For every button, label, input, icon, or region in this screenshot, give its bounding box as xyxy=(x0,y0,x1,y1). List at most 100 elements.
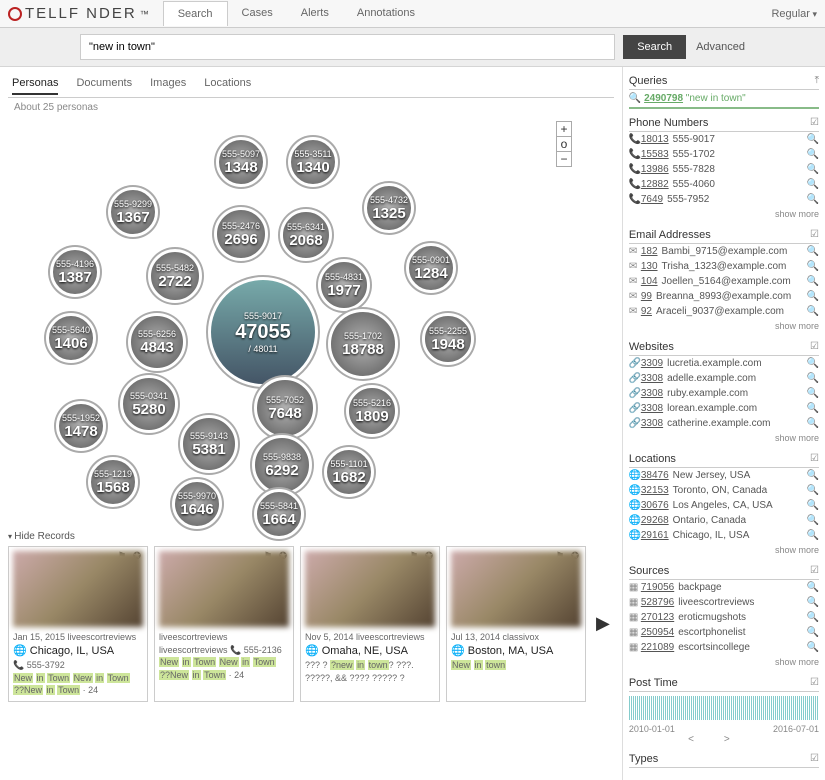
facet-row[interactable]: 📞15583 555-1702🔍 xyxy=(629,147,819,162)
nav-tab-cases[interactable]: Cases xyxy=(228,1,287,26)
posttime-nav[interactable]: <> xyxy=(629,734,819,745)
facet-row[interactable]: 🌐38476 New Jersey, USA🔍 xyxy=(629,468,819,483)
facet-row[interactable]: ✉130 Trisha_1323@example.com🔍 xyxy=(629,259,819,274)
cluster-node[interactable]: 555-63412068 xyxy=(280,209,332,261)
search-icon[interactable]: 🔍 xyxy=(807,306,819,317)
cards-next-button[interactable]: ▶ xyxy=(592,546,614,702)
search-icon[interactable]: 🔍 xyxy=(807,515,819,526)
facet-row[interactable]: 🔗3309 lucretia.example.com🔍 xyxy=(629,356,819,371)
cluster-node[interactable]: 555-24762696 xyxy=(214,207,268,261)
search-icon[interactable]: 🔍 xyxy=(807,261,819,272)
search-icon[interactable]: 🔍 xyxy=(807,246,819,257)
nav-tab-annotations[interactable]: Annotations xyxy=(343,1,429,26)
search-icon[interactable]: 🔍 xyxy=(807,597,819,608)
search-icon[interactable]: 🔍 xyxy=(807,291,819,302)
facet-row[interactable]: 🌐29268 Ontario, Canada🔍 xyxy=(629,513,819,528)
cluster-node[interactable]: 555-03415280 xyxy=(120,375,178,433)
facet-row[interactable]: 📞12882 555-4060🔍 xyxy=(629,177,819,192)
search-button[interactable]: Search xyxy=(623,35,686,59)
zoom-reset-button[interactable]: o xyxy=(556,136,572,152)
facet-row[interactable]: ▦719056 backpage🔍 xyxy=(629,580,819,595)
facet-row[interactable]: 🔗3308 lorean.example.com🔍 xyxy=(629,401,819,416)
show-more-link[interactable]: show more xyxy=(629,655,819,669)
facet-row[interactable]: 🌐29161 Chicago, IL, USA🔍 xyxy=(629,528,819,543)
facet-row[interactable]: ▦250954 escortphonelist🔍 xyxy=(629,625,819,640)
facet-row[interactable]: ▦270123 eroticmugshots🔍 xyxy=(629,610,819,625)
show-more-link[interactable]: show more xyxy=(629,543,819,557)
search-icon[interactable]: 🔍 xyxy=(807,403,819,414)
facet-row[interactable]: 🌐30676 Los Angeles, CA, USA🔍 xyxy=(629,498,819,513)
facet-row[interactable]: 📞7649 555-7952🔍 xyxy=(629,192,819,207)
advanced-link[interactable]: Advanced xyxy=(696,41,745,53)
cluster-node[interactable]: 555-56401406 xyxy=(46,313,96,363)
search-icon[interactable]: 🔍 xyxy=(807,134,819,145)
nav-tab-alerts[interactable]: Alerts xyxy=(287,1,343,26)
show-more-link[interactable]: show more xyxy=(629,431,819,445)
facet-row[interactable]: ✉104 Joellen_5164@example.com🔍 xyxy=(629,274,819,289)
record-card[interactable]: ⚑✪Jan 15, 2015 liveescortreviews🌐 Chicag… xyxy=(8,546,148,702)
record-card[interactable]: ⚑✪ liveescortreviewsliveescortreviews 📞 … xyxy=(154,546,294,702)
search-icon[interactable]: 🔍 xyxy=(807,582,819,593)
active-query[interactable]: 🔍 2490798 "new in town" xyxy=(629,90,819,109)
cluster-node[interactable]: 555-98386292 xyxy=(252,435,312,495)
cluster-node[interactable]: 555-70527648 xyxy=(254,377,316,439)
cluster-node[interactable]: 555-52161809 xyxy=(346,385,398,437)
facet-row[interactable]: 🔗3308 ruby.example.com🔍 xyxy=(629,386,819,401)
facet-row[interactable]: ✉182 Bambi_9715@example.com🔍 xyxy=(629,244,819,259)
record-card[interactable]: ⚑✪Nov 5, 2014 liveescortreviews🌐 Omaha, … xyxy=(300,546,440,702)
facet-row[interactable]: ✉92 Araceli_9037@example.com🔍 xyxy=(629,304,819,319)
cluster-node[interactable]: 555-92991367 xyxy=(108,187,158,237)
facet-row[interactable]: 🔗3308 catherine.example.com🔍 xyxy=(629,416,819,431)
cluster-node[interactable]: 555-09011284 xyxy=(406,243,456,293)
search-icon[interactable]: 🔍 xyxy=(807,612,819,623)
cluster-node[interactable]: 555-22551948 xyxy=(422,313,474,365)
facet-row[interactable]: ✉99 Breanna_8993@example.com🔍 xyxy=(629,289,819,304)
cluster-node[interactable]: 555-11011682 xyxy=(324,447,374,497)
search-icon[interactable]: 🔍 xyxy=(807,500,819,511)
hide-records-toggle[interactable]: Hide Records xyxy=(8,527,614,546)
nav-tab-search[interactable]: Search xyxy=(163,1,228,26)
facet-row[interactable]: 🌐32153 Toronto, ON, Canada🔍 xyxy=(629,483,819,498)
cluster-node[interactable]: 555-58411664 xyxy=(254,489,304,539)
cluster-center-node[interactable]: 555-901747055/ 48011 xyxy=(208,277,318,387)
cluster-node[interactable]: 555-99701646 xyxy=(172,479,222,529)
search-icon[interactable]: 🔍 xyxy=(807,627,819,638)
search-icon[interactable]: 🔍 xyxy=(807,470,819,481)
cluster-node[interactable]: 555-50971348 xyxy=(216,137,266,187)
record-card[interactable]: ⚑✪Jul 13, 2014 classivox🌐 Boston, MA, US… xyxy=(446,546,586,702)
search-icon[interactable]: 🔍 xyxy=(807,418,819,429)
search-icon[interactable]: 🔍 xyxy=(807,179,819,190)
show-more-link[interactable]: show more xyxy=(629,207,819,221)
subtab-locations[interactable]: Locations xyxy=(204,77,251,95)
user-menu[interactable]: Regular xyxy=(771,8,817,20)
search-icon[interactable]: 🔍 xyxy=(807,373,819,384)
search-input[interactable] xyxy=(80,34,615,60)
search-icon[interactable]: 🔍 xyxy=(807,388,819,399)
search-icon[interactable]: 🔍 xyxy=(807,276,819,287)
cluster-node[interactable]: 555-91435381 xyxy=(180,415,238,473)
posttime-sparkline[interactable] xyxy=(629,696,819,720)
search-icon[interactable]: 🔍 xyxy=(807,642,819,653)
cluster-node[interactable]: 555-19521478 xyxy=(56,401,106,451)
cluster-node[interactable]: 555-54822722 xyxy=(148,249,202,303)
facet-row[interactable]: 📞13986 555-7828🔍 xyxy=(629,162,819,177)
subtab-images[interactable]: Images xyxy=(150,77,186,95)
search-icon[interactable]: 🔍 xyxy=(807,194,819,205)
cluster-node[interactable]: 555-170218788 xyxy=(328,309,398,379)
cluster-node[interactable]: 555-12191568 xyxy=(88,457,138,507)
search-icon[interactable]: 🔍 xyxy=(807,530,819,541)
persona-cluster[interactable]: + o − 555-901747055/ 48011 555-50971348 55… xyxy=(8,117,578,527)
facet-row[interactable]: ▦528796 liveescortreviews🔍 xyxy=(629,595,819,610)
cluster-node[interactable]: 555-62564843 xyxy=(128,313,186,371)
search-icon[interactable]: 🔍 xyxy=(807,149,819,160)
subtab-documents[interactable]: Documents xyxy=(76,77,132,95)
search-icon[interactable]: 🔍 xyxy=(807,485,819,496)
cluster-node[interactable]: 555-48311977 xyxy=(318,259,370,311)
zoom-out-button[interactable]: − xyxy=(556,151,572,167)
zoom-in-button[interactable]: + xyxy=(556,121,572,137)
show-more-link[interactable]: show more xyxy=(629,319,819,333)
cluster-node[interactable]: 555-41961387 xyxy=(50,247,100,297)
search-icon[interactable]: 🔍 xyxy=(807,164,819,175)
facet-row[interactable]: 🔗3308 adelle.example.com🔍 xyxy=(629,371,819,386)
facet-row[interactable]: ▦221089 escortsincollege🔍 xyxy=(629,640,819,655)
